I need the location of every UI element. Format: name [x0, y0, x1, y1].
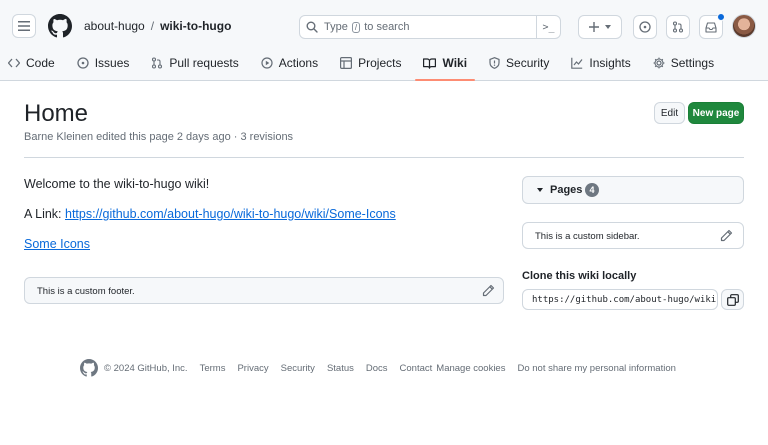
- search-placeholder: Type / to search: [324, 21, 409, 33]
- tab-settings-label: Settings: [670, 56, 715, 70]
- some-icons-url-link[interactable]: https://github.com/about-hugo/wiki-to-hu…: [65, 207, 396, 221]
- clone-url-text: https://github.com/about-hugo/wiki-to-hu…: [532, 295, 717, 305]
- pull-requests-button[interactable]: [666, 15, 690, 39]
- caret-down-icon: [537, 188, 543, 192]
- custom-footer-box: This is a custom footer.: [24, 277, 504, 304]
- tab-security[interactable]: Security: [481, 50, 557, 76]
- pull-request-icon: [672, 21, 684, 33]
- github-logo-icon[interactable]: [48, 14, 72, 38]
- clone-title: Clone this wiki locally: [522, 270, 637, 282]
- copy-button[interactable]: [721, 289, 744, 310]
- footer-link-status[interactable]: Status: [327, 363, 354, 374]
- inbox-button[interactable]: [699, 13, 725, 39]
- tab-issues-label: Issues: [94, 56, 130, 70]
- notification-dot: [717, 13, 725, 21]
- search-placeholder-suffix: to search: [364, 21, 410, 33]
- search-placeholder-prefix: Type: [324, 21, 348, 33]
- repo-nav-tabs: Code Issues Pull requests Actions Projec…: [0, 50, 728, 81]
- menu-icon: [18, 21, 30, 31]
- tab-code-label: Code: [26, 56, 55, 70]
- tab-wiki[interactable]: Wiki: [415, 50, 475, 81]
- issue-icon: [77, 57, 89, 69]
- some-icons-link[interactable]: Some Icons: [24, 237, 90, 251]
- footer-link-manage-cookies[interactable]: Manage cookies: [436, 363, 505, 374]
- search-icon: [306, 21, 318, 33]
- search-shortcut-key: /: [351, 22, 361, 33]
- pages-count-badge: 4: [585, 183, 599, 197]
- tab-actions[interactable]: Actions: [253, 50, 326, 76]
- footer-link-security[interactable]: Security: [281, 363, 315, 374]
- custom-sidebar-text: This is a custom sidebar.: [535, 231, 640, 242]
- footer-link-contact[interactable]: Contact: [400, 363, 433, 374]
- tab-pull-requests-label: Pull requests: [169, 56, 239, 70]
- book-icon: [423, 57, 437, 69]
- gear-icon: [653, 57, 665, 69]
- tab-insights-label: Insights: [589, 56, 631, 70]
- tab-code[interactable]: Code: [0, 50, 63, 76]
- page-revision-meta: Barne Kleinen edited this page 2 days ag…: [24, 131, 294, 143]
- menu-button[interactable]: [12, 14, 36, 38]
- pull-request-icon: [152, 57, 163, 69]
- footer-link-docs[interactable]: Docs: [366, 363, 388, 374]
- chevron-down-icon: [605, 25, 611, 29]
- site-footer: © 2024 GitHub, Inc. Terms Privacy Securi…: [80, 359, 676, 377]
- pencil-icon[interactable]: [482, 284, 495, 297]
- tab-pull-requests[interactable]: Pull requests: [143, 50, 246, 76]
- pencil-icon[interactable]: [720, 229, 733, 242]
- breadcrumb: about-hugo / wiki-to-hugo: [84, 19, 231, 33]
- tab-actions-label: Actions: [278, 56, 319, 70]
- shield-icon: [489, 57, 500, 69]
- code-icon: [8, 58, 20, 68]
- custom-sidebar-box: This is a custom sidebar.: [522, 222, 744, 249]
- tab-wiki-label: Wiki: [442, 56, 468, 70]
- copyright-text: © 2024 GitHub, Inc.: [104, 362, 188, 374]
- issues-button[interactable]: [633, 15, 657, 39]
- command-palette-icon[interactable]: >_: [536, 16, 560, 38]
- custom-footer-text: This is a custom footer.: [37, 286, 135, 297]
- table-icon: [340, 57, 353, 69]
- footer-link-do-not-share[interactable]: Do not share my personal information: [517, 363, 675, 374]
- edit-button[interactable]: Edit: [654, 102, 685, 124]
- header-divider: [24, 157, 744, 158]
- breadcrumb-separator: /: [150, 19, 155, 33]
- clone-url-field[interactable]: https://github.com/about-hugo/wiki-to-hu…: [522, 289, 718, 310]
- github-logo-icon[interactable]: [80, 359, 98, 377]
- link-prefix: A Link:: [24, 207, 65, 221]
- breadcrumb-owner[interactable]: about-hugo: [84, 19, 145, 33]
- tab-settings[interactable]: Settings: [645, 50, 722, 76]
- app-header: about-hugo / wiki-to-hugo Type / to sear…: [0, 0, 768, 81]
- page-title: Home: [24, 100, 89, 127]
- welcome-text: Welcome to the wiki-to-hugo wiki!: [24, 177, 210, 191]
- tab-security-label: Security: [506, 56, 550, 70]
- plus-icon: [589, 22, 599, 32]
- breadcrumb-repo[interactable]: wiki-to-hugo: [160, 19, 231, 33]
- play-icon: [261, 57, 273, 69]
- issue-circle-icon: [639, 21, 651, 33]
- new-page-button[interactable]: New page: [688, 102, 744, 124]
- tab-insights[interactable]: Insights: [563, 50, 638, 76]
- tab-projects[interactable]: Projects: [332, 50, 409, 76]
- user-avatar[interactable]: [732, 14, 756, 38]
- search-input[interactable]: Type / to search >_: [299, 15, 561, 39]
- footer-link-privacy[interactable]: Privacy: [237, 363, 268, 374]
- pages-label: Pages: [550, 184, 583, 196]
- graph-icon: [571, 57, 583, 69]
- link-paragraph: A Link: https://github.com/about-hugo/wi…: [24, 207, 396, 221]
- tab-projects-label: Projects: [358, 56, 402, 70]
- create-new-button[interactable]: [578, 15, 622, 39]
- tab-issues[interactable]: Issues: [69, 50, 138, 76]
- inbox-icon: [705, 21, 717, 33]
- pages-toggle[interactable]: Pages 4: [522, 176, 744, 204]
- some-icons-paragraph: Some Icons: [24, 237, 90, 251]
- footer-link-terms[interactable]: Terms: [200, 363, 226, 374]
- copy-icon: [726, 293, 739, 306]
